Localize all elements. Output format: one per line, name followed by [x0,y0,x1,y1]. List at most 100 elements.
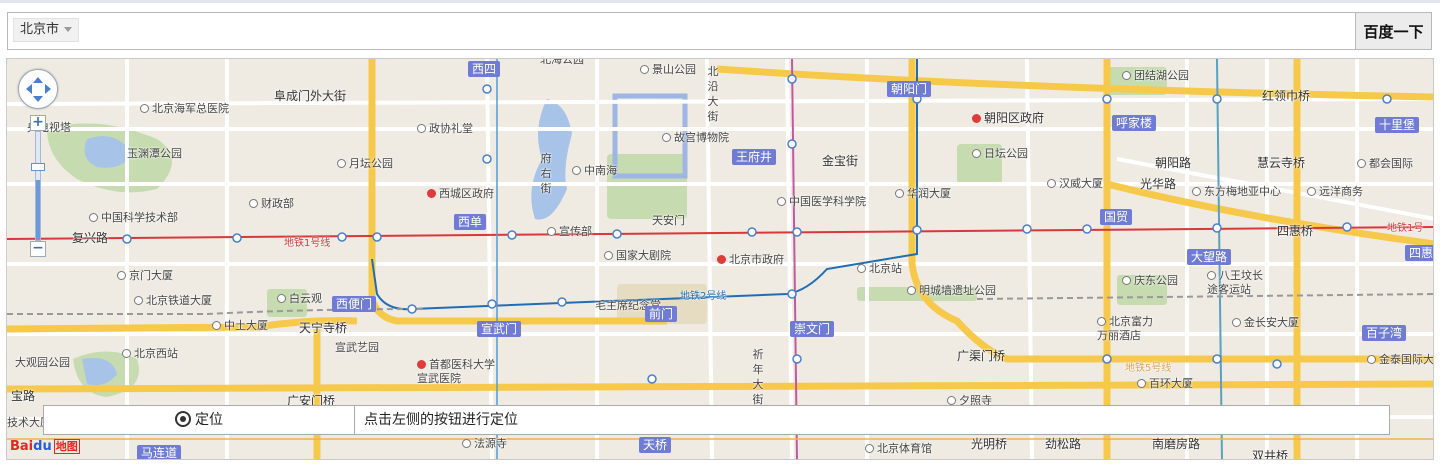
map-label: 汉威大厦 [1047,177,1103,191]
map-label: 华润大厦 [895,187,951,201]
map-label: 宝路 [11,389,36,403]
map-label: 天宁寺桥 [299,321,348,335]
map-label: 宣武艺园 [335,341,379,354]
station-badge: 西单 [454,214,487,230]
station-badge: 呼家楼 [1112,115,1157,131]
map-label: 北京富力万丽酒店 [1097,315,1153,342]
map-label: 京门大厦 [117,269,173,283]
map-label: 月坛公园 [337,157,393,171]
map-label: 白云观 [277,292,322,306]
subway-line-label: 地铁5号线 [1125,363,1172,374]
map-label: 政协礼堂 [417,122,473,136]
pan-right-icon[interactable] [45,84,56,94]
map-label: 首都医科大学宣武医院 [417,358,495,385]
map-label: 府右街 [540,152,552,195]
station-badge: 王府井 [732,149,777,165]
station-badge: 四惠 [1405,245,1433,261]
search-input[interactable] [93,16,1347,46]
station-badge: 朝阳门 [887,81,932,97]
zoom-in-button[interactable]: + [30,115,46,131]
map-label: 都会国际 [1357,157,1413,171]
locate-icon [175,411,191,427]
map-label: 中国科学技术部 [89,211,178,225]
map-label: 中南海 [572,164,617,178]
map-label: 中国医学科学院 [777,195,866,209]
pan-left-icon[interactable] [21,84,32,94]
map-label: 玉渊潭公园 [127,147,182,160]
station-badge: 国贸 [1100,209,1133,225]
station-badge: 宣武门 [477,321,522,337]
map-label: 北京站 [857,262,902,276]
map-label: 故宫博物院 [662,131,729,145]
map-label: 金长安大厦 [1232,316,1299,330]
map-label: 庆东公园 [1122,274,1178,288]
map-label: 金宝街 [822,154,859,168]
map-label: 北沿大街 [707,65,719,123]
map-label: 大观园公园 [15,356,70,369]
map-label: 光明桥 [971,437,1008,451]
map-label: 四惠桥 [1277,224,1314,238]
map-label: 红领巾桥 [1262,89,1311,103]
pan-up-icon[interactable] [33,72,43,83]
zoom-slider[interactable] [35,131,41,241]
locate-message: 点击左侧的按钮进行定位 [364,412,518,428]
subway-line-label: 地铁1号 [1387,223,1424,234]
map-label: 天安门 [652,214,685,227]
zoom-out-button[interactable]: − [30,241,46,257]
station-badge: 大望路 [1187,249,1232,265]
map-label: 复兴路 [72,231,109,245]
station-badge: 西四 [468,61,501,77]
map-label: 财政部 [249,197,294,211]
map-label: 日坛公园 [972,147,1028,161]
locate-button-label: 定位 [195,412,223,428]
map-label: 慧云寺桥 [1257,156,1306,170]
map-label: 双井桥 [1252,449,1289,460]
map-label: 南磨房路 [1152,437,1201,451]
top-bar: 北京市 百度一下 [0,0,1440,54]
search-button[interactable]: 百度一下 [1355,13,1431,49]
map-label: 北海公园 [540,58,584,66]
zoom-handle[interactable] [31,163,45,171]
map-label: 百环大厦 [1137,377,1193,391]
map-label: 西城区政府 [427,187,494,201]
map-view[interactable]: 北海公园 景山公园 团结湖公园 阜成门外大街 北京海军总医院 政协礼堂 故宫博物… [6,58,1434,460]
locate-bar: 定位 点击左侧的按钮进行定位 [43,405,1390,435]
city-label: 北京市 [20,22,60,37]
station-badge: 马连道 [137,445,182,459]
map-label: 祈年大街 [752,348,764,406]
pan-control[interactable] [18,69,58,109]
subway-line-label: 地铁2号线 [680,291,727,302]
baidu-map-logo: Baidu 地图 [10,439,80,454]
map-label: 团结湖公园 [1122,69,1189,83]
station-badge: 天桥 [639,437,672,453]
station-badge: 西便门 [332,296,377,312]
station-badge: 百子湾 [1362,325,1407,341]
map-label: 北京铁道大厦 [134,294,212,308]
station-badge: 前门 [645,306,678,322]
city-selector[interactable]: 北京市 [13,18,80,42]
map-label: 宣传部 [547,225,592,239]
search-box: 北京市 百度一下 [7,12,1432,50]
subway-line-label: 地铁1号线 [284,238,331,249]
map-label: 东方梅地亚中心 [1192,185,1281,199]
map-label: 北京海军总医院 [140,102,229,116]
map-label: 明城墙遗址公园 [907,284,996,298]
station-badge: 十里堡 [1375,117,1420,133]
map-label: 中土大厦 [212,319,268,333]
map-label: 金泰国际大厦 [1367,353,1433,367]
map-label: 北京市政府 [717,253,784,267]
station-badge: 崇文门 [790,321,835,337]
pan-down-icon[interactable] [33,96,43,107]
locate-button[interactable]: 定位 [44,406,355,434]
map-label: 景山公园 [640,63,696,77]
map-label: 光华路 [1140,177,1177,191]
chevron-down-icon [64,27,73,32]
map-label: 阜成门外大街 [274,89,347,103]
map-label: 国家大剧院 [604,249,671,263]
map-label: 北京西站 [122,347,178,361]
map-label: 朝阳路 [1155,156,1192,170]
zoom-slider-fill [36,180,40,240]
map-label: 朝阳区政府 [972,111,1044,125]
map-label: 法源寺 [462,437,507,451]
map-label: 劲松路 [1045,437,1082,451]
